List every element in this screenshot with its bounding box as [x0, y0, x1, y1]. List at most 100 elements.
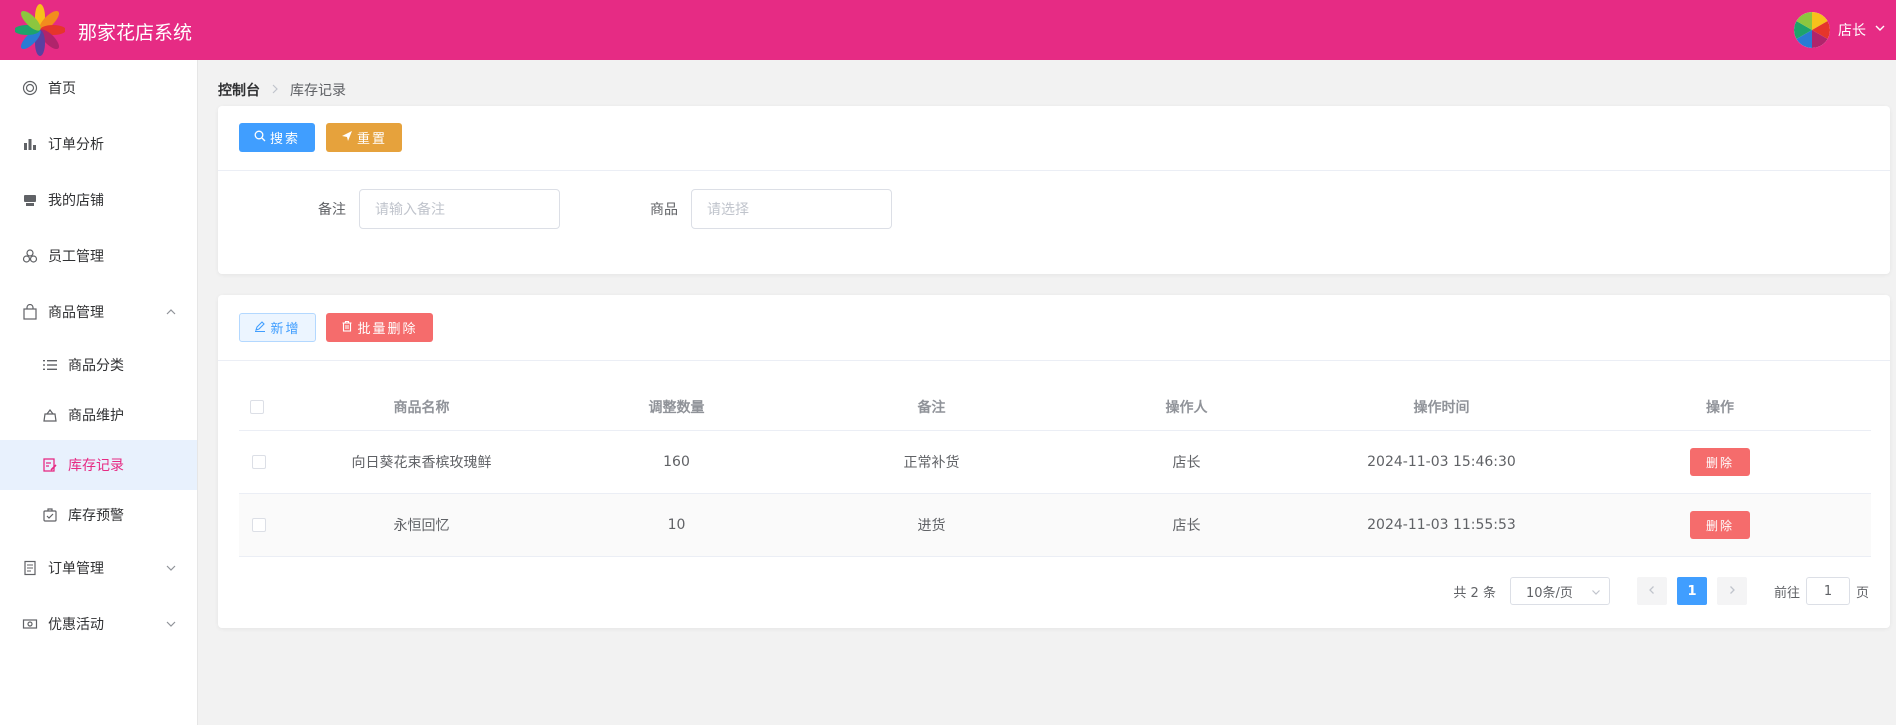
chevron-down-icon	[165, 562, 177, 574]
cell-qty: 160	[663, 454, 690, 470]
chevron-down-icon	[1874, 22, 1886, 38]
cell-actions: 删除	[1569, 431, 1871, 493]
table-row: 永恒回忆 10 进货 店长 2024-11-03 11:55:53 删除	[239, 494, 1871, 557]
list-icon	[42, 357, 58, 373]
top-header: 那家花店系统 店长	[0, 0, 1896, 60]
user-name: 店长	[1838, 23, 1866, 39]
sidebar-item-label: 首页	[48, 81, 76, 97]
pagination-total: 共 2 条	[1453, 585, 1496, 601]
chevron-down-icon	[165, 618, 177, 630]
sidebar-subitem-stock-alert[interactable]: 库存预警	[0, 490, 197, 540]
sidebar-item-label: 订单分析	[48, 137, 104, 153]
delete-button[interactable]: 删除	[1690, 448, 1750, 476]
pagination: 共 2 条 10条/页 1 前往 1 页	[1453, 577, 1869, 605]
chevron-left-icon	[1647, 584, 1657, 599]
breadcrumb-root[interactable]: 控制台	[218, 80, 260, 100]
sidebar-subitem-stock-record[interactable]: 库存记录	[0, 440, 197, 490]
avatar	[1794, 12, 1830, 48]
sidebar-item-label: 员工管理	[48, 249, 104, 265]
sidebar-item-label: 订单管理	[48, 561, 104, 577]
add-button[interactable]: 新增	[239, 313, 316, 342]
sidebar-subitem-label: 库存记录	[68, 458, 124, 474]
sidebar-subitem-goods-maintenance[interactable]: 商品维护	[0, 390, 197, 440]
table-header: 商品名称 调整数量 备注 操作人 操作时间 操作	[239, 384, 1871, 431]
app-logo	[14, 4, 66, 56]
cell-qty: 10	[667, 517, 686, 533]
edit-record-icon	[42, 457, 58, 473]
search-card: 搜索 重置 备注 请输入备注 商品 请选择	[218, 106, 1890, 274]
select-all-checkbox[interactable]	[249, 400, 264, 414]
goods-label: 商品	[650, 202, 678, 218]
document-icon	[22, 560, 38, 576]
goods-icon	[42, 407, 58, 423]
divider	[218, 170, 1890, 171]
row-select-cell	[239, 431, 279, 493]
bar-chart-icon	[22, 136, 38, 152]
header-cell: 调整数量	[648, 400, 705, 416]
header-cell: 备注	[917, 400, 946, 416]
breadcrumb: 控制台 库存记录	[218, 80, 346, 100]
home-icon	[22, 80, 38, 96]
sidebar: 首页 订单分析 我的店铺 员工管理 商品管理 商品分类 商品维护 库存记录 库存…	[0, 60, 198, 725]
sidebar-subitem-label: 库存预警	[68, 508, 124, 524]
sidebar-item-home[interactable]: 首页	[0, 60, 197, 116]
shop-icon	[22, 192, 38, 208]
row-checkbox[interactable]	[252, 518, 266, 532]
cell-operator: 店长	[1172, 518, 1201, 534]
alert-box-icon	[42, 507, 58, 523]
app-title: 那家花店系统	[78, 22, 193, 44]
send-icon	[341, 130, 353, 146]
reset-button[interactable]: 重置	[326, 123, 402, 152]
goto-page-input[interactable]: 1	[1805, 577, 1850, 605]
page-size-select[interactable]: 10条/页	[1509, 577, 1610, 605]
users-icon	[22, 248, 38, 264]
row-checkbox[interactable]	[252, 455, 266, 469]
chevron-right-icon	[1727, 584, 1737, 599]
sidebar-item-promotions[interactable]: 优惠活动	[0, 596, 197, 652]
ticket-icon	[22, 616, 38, 632]
remark-label: 备注	[318, 202, 346, 218]
row-select-cell	[239, 494, 279, 556]
batch-delete-label: 批量删除	[357, 322, 418, 337]
trash-icon	[341, 320, 353, 336]
header-cell: 操作时间	[1413, 400, 1470, 416]
sidebar-subitem-label: 商品分类	[68, 358, 124, 374]
edit-icon	[254, 320, 266, 336]
table-row: 向日葵花束香槟玫瑰鲜 160 正常补货 店长 2024-11-03 15:46:…	[239, 431, 1871, 494]
prev-page-button[interactable]	[1636, 577, 1667, 605]
sidebar-item-label: 我的店铺	[48, 193, 104, 209]
sidebar-item-label: 商品管理	[48, 305, 104, 321]
sidebar-item-goods[interactable]: 商品管理	[0, 284, 197, 340]
cell-actions: 删除	[1569, 494, 1871, 556]
sidebar-item-my-shop[interactable]: 我的店铺	[0, 172, 197, 228]
table-card: 新增 批量删除 商品名称 调整数量 备注 操作人 操作时间 操作 向日葵花束香槟…	[218, 295, 1890, 628]
divider	[218, 360, 1890, 361]
chevron-right-icon	[270, 83, 280, 97]
sidebar-item-order-management[interactable]: 订单管理	[0, 540, 197, 596]
next-page-button[interactable]	[1716, 577, 1747, 605]
goods-select[interactable]: 请选择	[691, 189, 892, 229]
cell-goods-name: 向日葵花束香槟玫瑰鲜	[351, 455, 492, 471]
delete-button[interactable]: 删除	[1690, 511, 1750, 539]
cell-operator: 店长	[1172, 455, 1201, 471]
batch-delete-button[interactable]: 批量删除	[326, 313, 433, 342]
sidebar-subitem-goods-category[interactable]: 商品分类	[0, 340, 197, 390]
breadcrumb-current: 库存记录	[290, 83, 346, 99]
reset-button-label: 重置	[356, 132, 387, 147]
remark-input[interactable]: 请输入备注	[359, 189, 560, 229]
page-size-value: 10条/页	[1525, 585, 1573, 601]
goto-suffix: 页	[1855, 585, 1869, 601]
chevron-down-icon	[1591, 586, 1601, 596]
search-icon	[254, 130, 266, 146]
cell-remark: 进货	[917, 518, 946, 534]
page-number-button[interactable]: 1	[1676, 577, 1707, 605]
search-button[interactable]: 搜索	[239, 123, 315, 152]
sidebar-item-staff[interactable]: 员工管理	[0, 228, 197, 284]
goto-label: 前往	[1773, 585, 1800, 601]
sidebar-item-order-analysis[interactable]: 订单分析	[0, 116, 197, 172]
bag-icon	[22, 304, 38, 320]
user-menu[interactable]: 店长	[1794, 12, 1886, 48]
header-cell-select	[239, 384, 274, 430]
sidebar-subitem-label: 商品维护	[68, 408, 124, 424]
search-button-label: 搜索	[269, 132, 300, 147]
